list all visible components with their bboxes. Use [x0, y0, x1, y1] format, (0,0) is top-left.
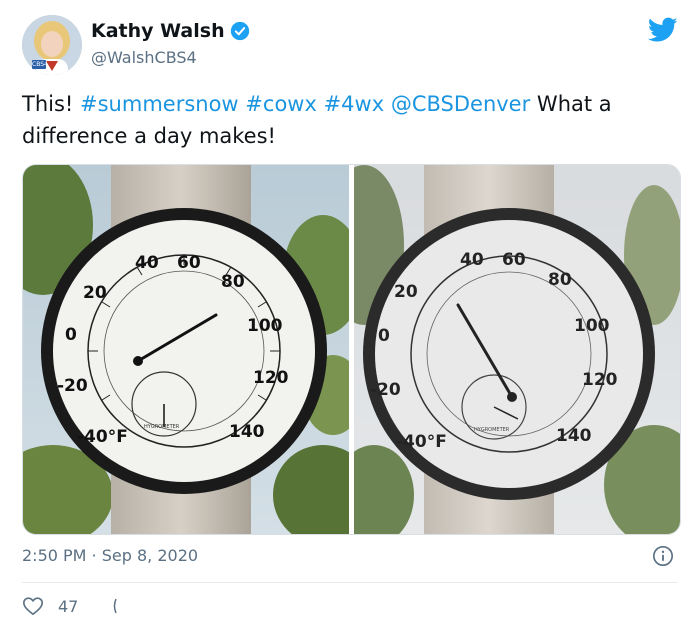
- tweet-text-start: This!: [22, 92, 81, 116]
- dial-label-20: 20: [83, 283, 107, 303]
- tweet-media[interactable]: 40 60 80 100 120 140 20 0 -20 -40°F HYGR…: [22, 164, 681, 535]
- heart-icon[interactable]: [22, 595, 44, 617]
- hashtag-4wx[interactable]: #4wx: [324, 92, 385, 116]
- dial-label-140: 140: [229, 422, 265, 442]
- twitter-bird-icon[interactable]: [648, 17, 678, 43]
- photo-thermometer-after[interactable]: 40 60 80 100 120 140 20 0 -20 -40°F HYGR…: [354, 165, 680, 534]
- info-icon[interactable]: [652, 545, 674, 567]
- dial-label-120: 120: [253, 368, 289, 388]
- dial-label-60: 60: [177, 253, 201, 273]
- footer-divider: [22, 582, 678, 583]
- author-handle[interactable]: @WalshCBS4: [91, 48, 197, 67]
- photo-thermometer-before[interactable]: 40 60 80 100 120 140 20 0 -20 -40°F HYGR…: [23, 165, 349, 534]
- tweet-time: 2:50 PM: [22, 546, 87, 565]
- dial-label-80: 80: [221, 272, 245, 292]
- timestamp-separator: ·: [86, 546, 102, 565]
- dial-label-minus-40: -40°F: [77, 427, 128, 447]
- tweet-timestamp[interactable]: 2:50 PM · Sep 8, 2020: [22, 546, 198, 565]
- avatar[interactable]: [22, 15, 82, 75]
- dial-label-40: 40: [135, 253, 159, 273]
- author-display-name[interactable]: Kathy Walsh: [91, 20, 225, 42]
- avatar-station-badge: CBS4: [32, 60, 48, 69]
- hygrometer-label: HYGROMETER: [144, 424, 180, 430]
- tweet-date: Sep 8, 2020: [101, 546, 199, 565]
- author-name-row: Kathy Walsh: [91, 20, 250, 42]
- mention-cbsdenver[interactable]: @CBSDenver: [391, 92, 530, 116]
- hashtag-summersnow[interactable]: #summersnow: [80, 92, 239, 116]
- tweet-actions: 47: [22, 595, 120, 617]
- dial-label-minus-20: -20: [57, 376, 88, 396]
- tweet-text: This! #summersnow #cowx #4wx @CBSDenver …: [22, 88, 682, 152]
- verified-badge-icon: [230, 21, 249, 41]
- dial-label-0: 0: [65, 325, 77, 345]
- reply-icon[interactable]: [110, 596, 120, 616]
- like-count: 47: [58, 596, 79, 616]
- dial-label-100: 100: [247, 316, 283, 336]
- avatar-image: [22, 15, 82, 75]
- hashtag-cowx[interactable]: #cowx: [245, 92, 317, 116]
